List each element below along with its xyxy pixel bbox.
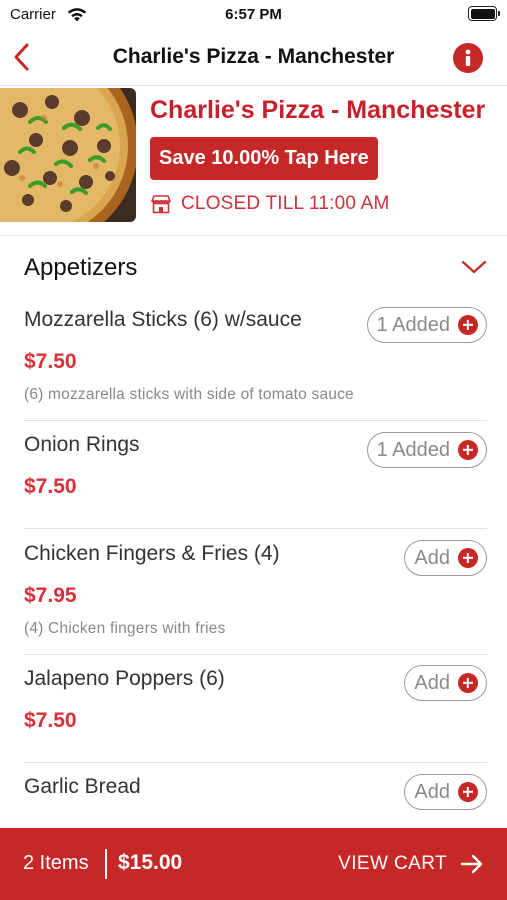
menu-item[interactable]: Jalapeno Poppers (6) $7.50 Add — [24, 665, 487, 747]
divider — [24, 654, 487, 655]
divider — [24, 420, 487, 421]
menu-item[interactable]: Chicken Fingers & Fries (4) $7.95 (4) Ch… — [24, 540, 487, 642]
item-price: $7.50 — [24, 709, 77, 732]
cart-separator — [105, 849, 107, 879]
closed-status: CLOSED TILL 11:00 AM — [181, 193, 390, 214]
add-button[interactable]: Add — [404, 665, 487, 701]
cart-total: $15.00 — [118, 851, 183, 874]
info-icon[interactable] — [453, 43, 483, 73]
plus-icon — [458, 440, 478, 460]
chevron-left-icon[interactable] — [8, 40, 38, 74]
item-description: (6) mozzarella sticks with side of tomat… — [24, 386, 354, 403]
add-button[interactable]: 1 Added — [366, 307, 487, 343]
item-name: Onion Rings — [24, 433, 140, 456]
item-name: Garlic Bread — [24, 775, 141, 798]
battery-icon — [468, 6, 500, 21]
plus-icon — [458, 673, 478, 693]
restaurant-name: Charlie's Pizza - Manchester — [150, 96, 486, 124]
plus-icon — [458, 548, 478, 568]
restaurant-header: Charlie's Pizza - Manchester Save 10.00%… — [0, 86, 507, 236]
section-title: Appetizers — [24, 254, 138, 281]
pizza-photo — [0, 88, 136, 222]
store-status: CLOSED TILL 11:00 AM — [150, 192, 390, 216]
add-button-label: Add — [414, 671, 450, 694]
item-name: Chicken Fingers & Fries (4) — [24, 542, 280, 565]
menu-item[interactable]: Mozzarella Sticks (6) w/sauce $7.50 (6) … — [24, 307, 487, 408]
item-description: (4) Chicken fingers with fries — [24, 620, 226, 637]
store-icon — [151, 195, 171, 214]
section-header-appetizers[interactable]: Appetizers — [24, 248, 487, 288]
item-price: $7.50 — [24, 350, 77, 373]
plus-icon — [458, 315, 478, 335]
divider — [24, 762, 487, 763]
arrow-right-icon[interactable] — [460, 853, 484, 875]
add-button-label: 1 Added — [376, 438, 450, 461]
item-name: Mozzarella Sticks (6) w/sauce — [24, 308, 302, 331]
view-cart-button[interactable]: VIEW CART — [338, 853, 447, 875]
status-time: 6:57 PM — [225, 6, 282, 23]
item-name: Jalapeno Poppers (6) — [24, 667, 225, 690]
menu-item[interactable]: Onion Rings $7.50 1 Added — [24, 432, 487, 513]
add-button-label: Add — [414, 546, 450, 569]
add-button-label: 1 Added — [376, 313, 450, 336]
status-bar: Carrier 6:57 PM — [0, 0, 507, 30]
divider — [24, 528, 487, 529]
add-button[interactable]: Add — [404, 774, 487, 810]
menu-item[interactable]: Garlic Bread Add — [24, 774, 487, 825]
item-price: $7.95 — [24, 584, 77, 607]
plus-icon — [458, 782, 478, 802]
add-button[interactable]: Add — [404, 540, 487, 576]
item-price: $7.50 — [24, 475, 77, 498]
cart-item-count: 2 Items — [23, 852, 89, 874]
nav-bar: Charlie's Pizza - Manchester — [0, 30, 507, 86]
add-button[interactable]: 1 Added — [366, 432, 487, 468]
cart-bar[interactable]: 2 Items $15.00 VIEW CART — [0, 828, 507, 900]
chevron-down-icon[interactable] — [461, 258, 487, 276]
nav-title: Charlie's Pizza - Manchester — [112, 45, 395, 68]
promo-button[interactable]: Save 10.00% Tap Here — [150, 137, 378, 180]
add-button-label: Add — [414, 780, 450, 803]
